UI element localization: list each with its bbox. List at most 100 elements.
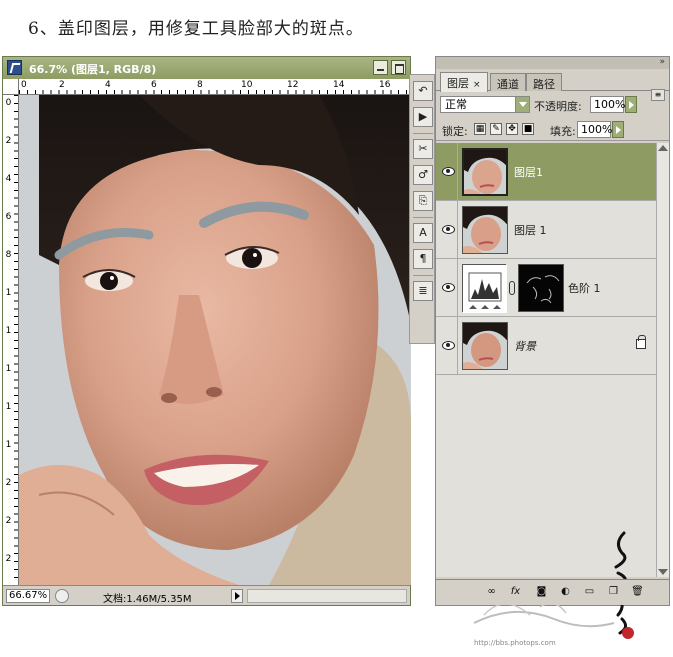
dock-separator	[413, 275, 433, 276]
ruler-h-label: 12	[287, 80, 299, 90]
ruler-v-label: 2	[5, 516, 12, 526]
clone-source-icon[interactable]: ⎘	[413, 191, 433, 211]
history-icon[interactable]: ↶	[413, 81, 433, 101]
ruler-h-label: 14	[333, 80, 345, 90]
vertical-ruler[interactable]: 0 2 4 6 8 1 1 1 1 1 2 2 2	[3, 95, 19, 585]
lock-pixels-icon[interactable]: ✎	[490, 123, 502, 135]
ruler-v-label: 1	[5, 364, 12, 374]
visibility-eye-icon[interactable]	[438, 143, 458, 201]
layer-style-icon[interactable]: fx	[508, 585, 523, 600]
opacity-input[interactable]: 100%	[590, 96, 625, 113]
visibility-eye-icon[interactable]	[438, 317, 458, 375]
scroll-down-icon[interactable]	[658, 569, 668, 575]
lock-transparency-icon[interactable]: ▦	[474, 123, 486, 135]
fill-input[interactable]: 100%	[577, 121, 612, 138]
layer-name: 背景	[514, 340, 536, 353]
opacity-slider-arrow-icon[interactable]	[625, 96, 637, 113]
layer-thumbnail	[462, 322, 508, 370]
ruler-h-label: 8	[197, 80, 203, 90]
lock-label: 锁定:	[442, 125, 468, 138]
link-layers-icon[interactable]: ∞	[484, 585, 499, 600]
visibility-eye-icon[interactable]	[438, 259, 458, 317]
layer-name: 色阶 1	[568, 282, 601, 295]
layer-mask-thumbnail[interactable]	[518, 264, 564, 312]
layer-mask-icon[interactable]: ◙	[534, 585, 549, 600]
ruler-v-label: 1	[5, 326, 12, 336]
visibility-eye-icon[interactable]	[438, 201, 458, 259]
blend-mode-select[interactable]: 正常	[440, 96, 530, 113]
ruler-v-label: 4	[5, 174, 12, 184]
panel-tabs: 图层 × 通道 路径 ≡	[436, 71, 669, 101]
status-menu-arrow-icon[interactable]	[231, 589, 243, 603]
mask-link-icon[interactable]	[509, 281, 515, 295]
layer-row[interactable]: 背景	[436, 317, 656, 375]
panel-dock-strip: ↶ ▶ ✂ ♂ ⎘ A ¶ ≣	[409, 74, 435, 344]
ruler-h-label: 0	[21, 80, 27, 90]
delete-layer-icon[interactable]: 🗑	[630, 585, 645, 600]
dock-separator	[413, 217, 433, 218]
image-canvas[interactable]	[19, 95, 411, 585]
fill-slider-arrow-icon[interactable]	[612, 121, 624, 138]
actions-icon[interactable]: ▶	[413, 107, 433, 127]
status-bar: 66.67% 文档:1.46M/5.35M	[3, 585, 410, 605]
horizontal-ruler[interactable]: 0 2 4 6 8 10 12 14 16	[19, 79, 411, 95]
chevron-down-icon[interactable]	[515, 97, 529, 112]
levels-histogram-icon	[462, 264, 507, 313]
paragraph-icon[interactable]: ¶	[413, 249, 433, 269]
document-title: 66.7% (图层1, RGB/8)	[29, 63, 157, 76]
collapse-arrows-icon[interactable]: »	[659, 57, 665, 67]
tab-channels[interactable]: 通道	[490, 73, 526, 91]
photoshop-doc-icon	[7, 60, 22, 75]
tab-label: 通道	[497, 78, 519, 91]
layer-row[interactable]: 色阶 1	[436, 259, 656, 317]
tool-presets-icon[interactable]: ✂	[413, 139, 433, 159]
ruler-h-label: 4	[105, 80, 111, 90]
tab-label: 图层	[447, 77, 469, 90]
tab-layers[interactable]: 图层 ×	[440, 72, 488, 92]
ruler-v-label: 0	[5, 98, 12, 108]
tutorial-caption: 6、盖印图层，用修复工具脸部大的斑点。	[28, 19, 364, 39]
maximize-button[interactable]	[391, 60, 406, 75]
minimize-button[interactable]	[373, 60, 388, 75]
document-size: 文档:1.46M/5.35M	[103, 594, 192, 605]
ruler-v-label: 2	[5, 478, 12, 488]
layer-row[interactable]: 图层 1	[436, 201, 656, 259]
lock-row: 锁定: ▦ ✎ ✥ ■ 填充: 100%	[436, 119, 669, 141]
group-icon[interactable]: ▭	[582, 585, 597, 600]
ruler-v-label: 8	[5, 250, 12, 260]
layer-list: 图层1 图层 1 色阶 1 背景 http://bbs.photops.com	[436, 143, 656, 647]
lock-all-icon[interactable]: ■	[522, 123, 534, 135]
layers-panel-footer: ∞ fx ◙ ◐ ▭ ❐ 🗑	[436, 579, 669, 605]
ruler-origin[interactable]	[3, 79, 19, 95]
horizontal-scrollbar[interactable]	[247, 589, 407, 603]
ruler-v-label: 6	[5, 212, 12, 222]
lock-position-icon[interactable]: ✥	[506, 123, 518, 135]
ruler-v-label: 2	[5, 554, 12, 564]
document-title-bar[interactable]: 66.7% (图层1, RGB/8)	[3, 57, 410, 79]
layer-comps-icon[interactable]: ≣	[413, 281, 433, 301]
opacity-label: 不透明度:	[534, 100, 582, 113]
blend-row: 正常 不透明度: 100%	[436, 93, 669, 117]
layers-scrollbar[interactable]	[656, 143, 669, 577]
ruler-h-label: 2	[59, 80, 65, 90]
close-tab-icon[interactable]: ×	[473, 80, 481, 90]
layer-thumbnail	[462, 206, 508, 254]
zoom-field[interactable]: 66.67%	[6, 589, 50, 603]
layer-row[interactable]: 图层1	[436, 143, 656, 201]
adjustment-layer-icon[interactable]: ◐	[558, 585, 573, 600]
ruler-v-label: 1	[5, 402, 12, 412]
watermark-url: http://bbs.photops.com	[474, 639, 556, 647]
layers-panel: » 图层 × 通道 路径 ≡ 正常 不透明度: 100% 锁定: ▦ ✎ ✥ ■ …	[435, 56, 670, 647]
ruler-v-label: 1	[5, 440, 12, 450]
new-layer-icon[interactable]: ❐	[606, 585, 621, 600]
brushes-icon[interactable]: ♂	[413, 165, 433, 185]
document-info-icon[interactable]	[55, 589, 69, 603]
layer-thumbnail	[462, 148, 508, 196]
layer-name: 图层1	[514, 166, 543, 179]
portrait-photo	[19, 95, 411, 585]
tab-paths[interactable]: 路径	[526, 73, 562, 91]
scroll-up-icon[interactable]	[658, 145, 668, 151]
character-icon[interactable]: A	[413, 223, 433, 243]
ruler-v-label: 1	[5, 288, 12, 298]
panel-grip[interactable]: »	[436, 57, 669, 69]
